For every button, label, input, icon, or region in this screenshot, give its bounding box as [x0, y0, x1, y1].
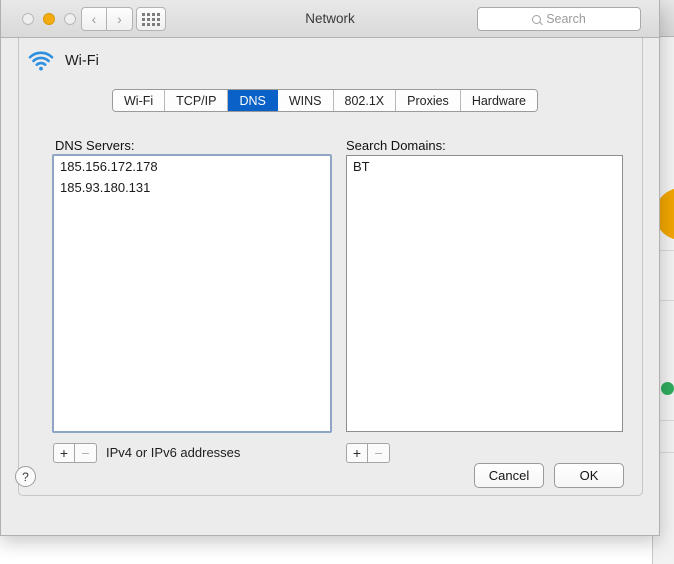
add-dns-server-button[interactable]: +	[53, 443, 75, 463]
tab-hardware[interactable]: Hardware	[460, 90, 537, 111]
service-name-label: Wi-Fi	[65, 53, 99, 69]
search-domains-add-remove: + −	[346, 443, 390, 463]
tab-802-1x[interactable]: 802.1X	[333, 90, 397, 111]
dns-servers-hint: IPv4 or IPv6 addresses	[106, 445, 241, 460]
list-item[interactable]: 185.93.180.131	[54, 177, 330, 198]
help-button[interactable]: ?	[15, 466, 36, 487]
network-preferences-window: ‹ › Network Search Wi-Fi Wi-Fi TCP/IP DN…	[0, 0, 660, 536]
wifi-icon	[28, 51, 54, 71]
list-item[interactable]: BT	[347, 156, 622, 177]
add-search-domain-button[interactable]: +	[346, 443, 368, 463]
search-icon	[532, 14, 542, 24]
search-domains-label: Search Domains:	[346, 138, 446, 153]
search-domains-list[interactable]: BT	[346, 155, 623, 432]
dns-servers-list[interactable]: 185.156.172.178 185.93.180.131	[52, 154, 332, 433]
tab-tcp-ip[interactable]: TCP/IP	[165, 90, 229, 111]
remove-search-domain-button: −	[368, 443, 390, 463]
dns-servers-add-remove: + −	[53, 443, 97, 463]
list-item[interactable]: 185.156.172.178	[54, 156, 330, 177]
background-green-dot	[661, 382, 674, 395]
search-placeholder: Search	[546, 12, 586, 26]
dns-servers-label: DNS Servers:	[55, 138, 135, 153]
window-titlebar: ‹ › Network Search	[1, 0, 659, 38]
tab-wi-fi[interactable]: Wi-Fi	[113, 90, 166, 111]
dns-settings-sheet: Wi-Fi Wi-Fi TCP/IP DNS WINS 802.1X Proxi…	[18, 38, 643, 496]
tab-proxies[interactable]: Proxies	[396, 90, 461, 111]
service-header: Wi-Fi	[28, 51, 99, 71]
cancel-button[interactable]: Cancel	[474, 463, 544, 488]
ok-button[interactable]: OK	[554, 463, 624, 488]
settings-tabs: Wi-Fi TCP/IP DNS WINS 802.1X Proxies Har…	[112, 89, 538, 112]
tab-wins[interactable]: WINS	[277, 90, 334, 111]
remove-dns-server-button: −	[75, 443, 97, 463]
tab-dns[interactable]: DNS	[228, 90, 278, 111]
search-input[interactable]: Search	[477, 7, 641, 31]
